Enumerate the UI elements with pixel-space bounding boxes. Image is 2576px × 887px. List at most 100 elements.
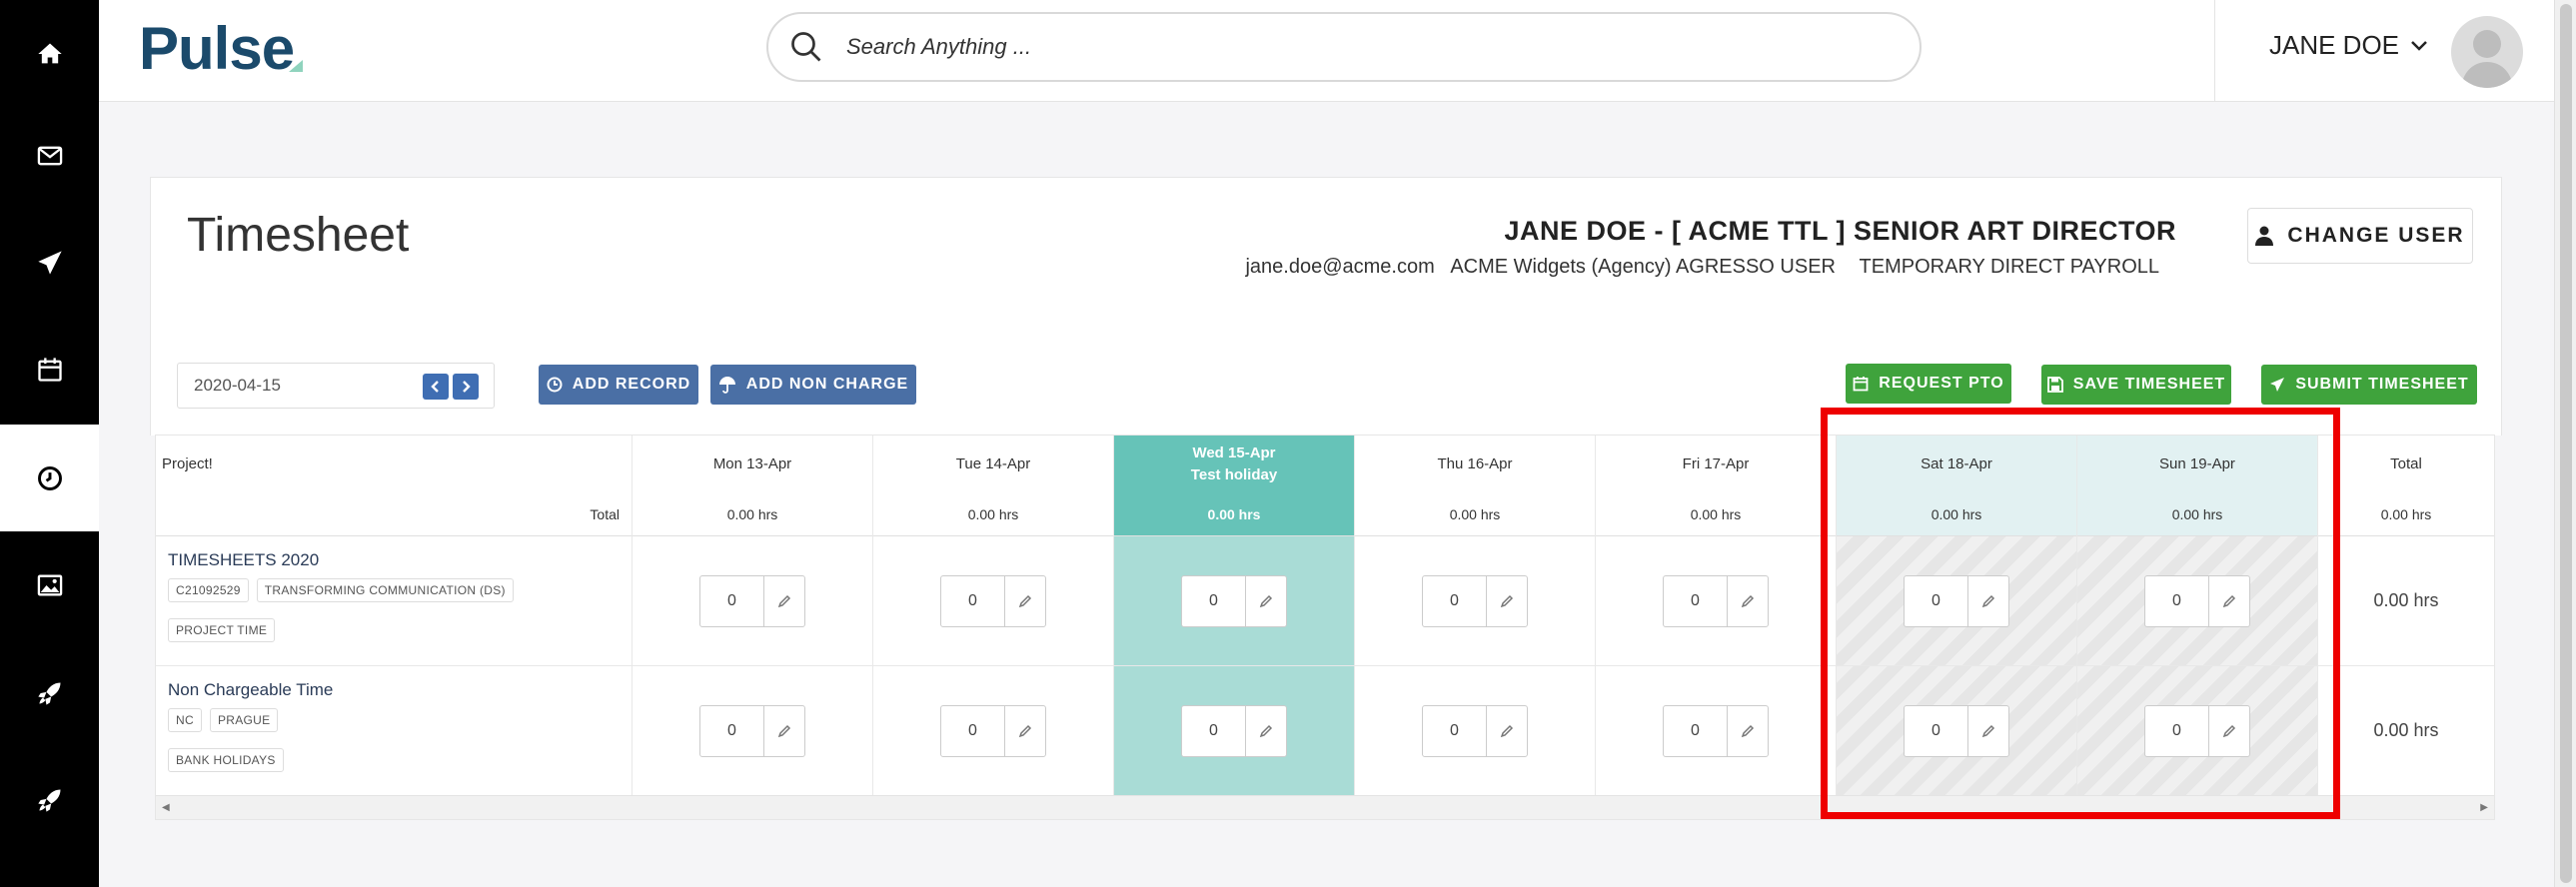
hours-cell: 0 <box>873 666 1113 796</box>
total-column: Total 0.00 hrs 0.00 hrs 0.00 hrs <box>2318 436 2494 797</box>
day-column-wed-holiday: Wed 15-Apr Test holiday 0.00 hrs 0 0 <box>1114 436 1355 797</box>
nav-calendar[interactable] <box>0 316 99 423</box>
logo-accent <box>289 60 303 72</box>
pencil-icon[interactable] <box>1018 724 1032 738</box>
umbrella-icon <box>718 377 735 394</box>
day-header: Mon 13-Apr <box>633 436 872 492</box>
hours-cell: 0 <box>633 666 872 796</box>
request-pto-label: REQUEST PTO <box>1879 375 2004 392</box>
hours-cell: 0 <box>873 536 1113 666</box>
pencil-icon[interactable] <box>1500 594 1514 608</box>
header-divider <box>2214 0 2215 102</box>
hours-input[interactable]: 0 <box>1663 704 1769 757</box>
day-header: Wed 15-Apr Test holiday <box>1114 436 1354 492</box>
vertical-scrollbar[interactable] <box>2554 0 2576 887</box>
top-header: Pulse JANE DOE <box>99 0 2554 102</box>
add-non-charge-label: ADD NON CHARGE <box>745 376 909 393</box>
send-icon <box>37 250 62 275</box>
pencil-icon[interactable] <box>1259 724 1273 738</box>
save-timesheet-button[interactable]: SAVE TIMESHEET <box>2041 365 2231 405</box>
employee-company: ACME Widgets (Agency) AGRESSO USER <box>1450 256 1836 278</box>
scrollbar-thumb[interactable] <box>2560 4 2572 883</box>
row-total: 0.00 hrs <box>2318 666 2494 796</box>
chevron-left-icon <box>431 381 439 393</box>
scroll-left-icon[interactable]: ◀ <box>162 802 170 813</box>
hours-input[interactable]: 0 <box>940 704 1046 757</box>
hours-cell: 0 <box>1114 666 1354 796</box>
submit-timesheet-button[interactable]: SUBMIT TIMESHEET <box>2261 365 2477 405</box>
pencil-icon[interactable] <box>1500 724 1514 738</box>
row-total: 0.00 hrs <box>2318 536 2494 666</box>
project-row-1[interactable]: TIMESHEETS 2020 C21092529 TRANSFORMING C… <box>156 536 633 666</box>
next-week-button[interactable] <box>453 374 479 400</box>
user-menu[interactable]: JANE DOE <box>2269 30 2429 61</box>
pencil-icon[interactable] <box>1741 594 1755 608</box>
pencil-icon[interactable] <box>777 594 791 608</box>
hours-cell: 0 <box>1114 536 1354 666</box>
hours-input[interactable]: 0 <box>1181 574 1287 627</box>
send-icon <box>2270 378 2285 392</box>
nav-timesheet[interactable] <box>0 425 99 531</box>
request-pto-button[interactable]: REQUEST PTO <box>1846 364 2011 404</box>
avatar[interactable] <box>2451 16 2523 88</box>
prev-week-button[interactable] <box>423 374 449 400</box>
day-total: 0.00 hrs <box>873 492 1113 536</box>
day-column-mon: Mon 13-Apr 0.00 hrs 0 0 <box>633 436 873 797</box>
hours-cell: 0 <box>1355 666 1595 796</box>
pencil-icon[interactable] <box>1018 594 1032 608</box>
timesheet-card: Timesheet JANE DOE - [ ACME TTL ] SENIOR… <box>150 177 2502 347</box>
page-title: Timesheet <box>187 209 410 262</box>
day-total: 0.00 hrs <box>1355 492 1595 536</box>
hours-input[interactable]: 0 <box>940 574 1046 627</box>
project-column: Project! Total TIMESHEETS 2020 C21092529… <box>156 436 633 797</box>
clock-icon <box>547 377 563 393</box>
hours-input[interactable]: 0 <box>1422 704 1528 757</box>
change-user-button[interactable]: CHANGE USER <box>2247 208 2473 264</box>
hours-input[interactable]: 0 <box>1181 704 1287 757</box>
project-name: Non Chargeable Time <box>168 680 334 699</box>
add-non-charge-button[interactable]: ADD NON CHARGE <box>710 365 916 405</box>
add-record-button[interactable]: ADD RECORD <box>539 365 698 405</box>
scroll-right-icon[interactable]: ▶ <box>2480 802 2488 813</box>
hours-input[interactable]: 0 <box>699 704 805 757</box>
nav-rocket-2[interactable] <box>0 746 99 853</box>
rocket-icon <box>37 789 60 812</box>
search-bar[interactable] <box>766 12 1922 82</box>
weekend-highlight-box <box>1821 408 2340 819</box>
pulse-logo[interactable]: Pulse <box>139 14 295 83</box>
hours-input[interactable]: 0 <box>1663 574 1769 627</box>
employee-name: JANE DOE - [ ACME TTL ] SENIOR ART DIREC… <box>1504 216 2176 246</box>
total-header: Total <box>2318 436 2494 492</box>
day-column-thu: Thu 16-Apr 0.00 hrs 0 0 <box>1355 436 1596 797</box>
pencil-icon[interactable] <box>1259 594 1273 608</box>
search-input[interactable] <box>846 34 1746 60</box>
day-header: Fri 17-Apr <box>1596 436 1836 492</box>
nav-rocket[interactable] <box>0 639 99 746</box>
hours-input[interactable]: 0 <box>1422 574 1528 627</box>
clock-icon <box>37 465 62 490</box>
nav-images[interactable] <box>0 531 99 638</box>
hours-input[interactable]: 0 <box>699 574 805 627</box>
chevron-right-icon <box>463 381 471 393</box>
holiday-name: Test holiday <box>1190 465 1278 483</box>
nav-home[interactable] <box>0 0 99 107</box>
project-row-2[interactable]: Non Chargeable Time NC PRAGUE BANK HOLID… <box>156 666 633 796</box>
day-total: 0.00 hrs <box>1114 492 1354 536</box>
employee-details: jane.doe@acme.com ACME Widgets (Agency) … <box>1235 256 2159 279</box>
rocket-icon <box>37 682 60 705</box>
add-record-label: ADD RECORD <box>572 376 691 393</box>
project-type-tag: BANK HOLIDAYS <box>168 748 284 772</box>
total-row-label: Total <box>156 492 632 536</box>
nav-send[interactable] <box>0 209 99 316</box>
employee-payroll: TEMPORARY DIRECT PAYROLL <box>1859 256 2159 278</box>
pencil-icon[interactable] <box>777 724 791 738</box>
user-icon <box>2255 226 2274 246</box>
pencil-icon[interactable] <box>1741 724 1755 738</box>
submit-timesheet-label: SUBMIT TIMESHEET <box>2295 376 2469 393</box>
nav-mail[interactable] <box>0 102 99 209</box>
day-total: 0.00 hrs <box>1596 492 1836 536</box>
mail-icon <box>37 146 62 165</box>
save-timesheet-label: SAVE TIMESHEET <box>2072 376 2226 393</box>
day-header: Tue 14-Apr <box>873 436 1113 492</box>
day-header: Thu 16-Apr <box>1355 436 1595 492</box>
